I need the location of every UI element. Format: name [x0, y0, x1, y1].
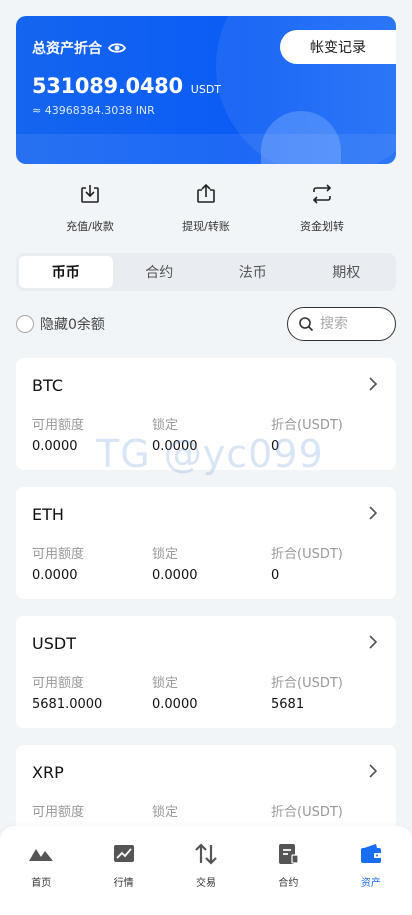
locked-column: 锁定 [152, 805, 179, 820]
search-box[interactable] [287, 307, 396, 341]
tab-contract[interactable]: 合约 [113, 256, 207, 288]
available-column: 可用额度 5681.0000 [32, 676, 103, 712]
withdraw-button[interactable]: 提现/转账 [156, 182, 256, 234]
search-input[interactable] [320, 316, 380, 332]
filter-row: 隐藏0余额 [16, 306, 396, 342]
total-value-number: 531089.0480 [32, 74, 183, 98]
chevron-right-icon[interactable] [368, 376, 378, 392]
available-column: 可用额度 0.0000 [32, 547, 85, 583]
tab-spot[interactable]: 币币 [19, 256, 113, 288]
asset-summary-card: 总资产折合 帐变记录 531089.0480 USDT ≈ 43968384.3… [16, 16, 396, 164]
chevron-right-icon[interactable] [368, 763, 378, 779]
available-column: 可用额度 [32, 805, 85, 820]
eye-icon[interactable] [108, 42, 126, 54]
trade-icon [195, 843, 217, 865]
tab-fiat[interactable]: 法币 [206, 256, 300, 288]
total-value-unit: USDT [190, 83, 222, 96]
total-value: 531089.0480 USDT [32, 74, 221, 98]
coin-name: BTC [32, 376, 63, 395]
nav-assets[interactable]: 资产 [330, 826, 412, 915]
radio-icon[interactable] [16, 315, 34, 333]
coin-name: USDT [32, 634, 76, 653]
card-decoration [16, 134, 396, 164]
coin-card-usdt[interactable]: USDT 可用额度 5681.0000 锁定 0.0000 折合(USDT) 5… [16, 616, 396, 728]
asset-type-tabs: 币币 合约 法币 期权 [16, 253, 396, 291]
deposit-button[interactable]: 充值/收款 [40, 182, 140, 234]
coin-name: XRP [32, 763, 64, 782]
nav-contract[interactable]: 合约 [247, 826, 329, 915]
nav-trade[interactable]: 交易 [165, 826, 247, 915]
converted-column: 折合(USDT) [271, 805, 343, 820]
hide-zero-toggle[interactable]: 隐藏0余额 [16, 314, 105, 334]
chevron-right-icon[interactable] [368, 505, 378, 521]
total-assets-label: 总资产折合 [32, 38, 126, 58]
available-column: 可用额度 0.0000 [32, 418, 85, 454]
inr-equivalent: ≈ 43968384.3038 INR [32, 104, 155, 117]
transfer-icon [312, 184, 332, 204]
locked-column: 锁定 0.0000 [152, 676, 198, 712]
contract-icon [279, 844, 300, 864]
quick-actions: 充值/收款 提现/转账 资金划转 [0, 182, 412, 242]
coin-card-btc[interactable]: BTC 可用额度 0.0000 锁定 0.0000 折合(USDT) 0 [16, 358, 396, 470]
tab-options[interactable]: 期权 [300, 256, 394, 288]
bottom-navigation: 首页 行情 交易 合约 资产 [0, 826, 412, 915]
account-record-button[interactable]: 帐变记录 [280, 30, 396, 64]
transfer-button[interactable]: 资金划转 [272, 182, 372, 234]
upload-icon [197, 183, 215, 203]
nav-market[interactable]: 行情 [82, 826, 164, 915]
coin-card-eth[interactable]: ETH 可用额度 0.0000 锁定 0.0000 折合(USDT) 0 [16, 487, 396, 599]
locked-column: 锁定 0.0000 [152, 418, 198, 454]
converted-column: 折合(USDT) 0 [271, 418, 343, 454]
download-icon [81, 185, 99, 203]
converted-column: 折合(USDT) 5681 [271, 676, 343, 712]
nav-home[interactable]: 首页 [0, 826, 82, 915]
wallet-icon [360, 844, 381, 863]
locked-column: 锁定 0.0000 [152, 547, 198, 583]
market-icon [113, 845, 134, 862]
home-icon [29, 849, 54, 861]
coin-name: ETH [32, 505, 64, 524]
converted-column: 折合(USDT) 0 [271, 547, 343, 583]
chevron-right-icon[interactable] [368, 634, 378, 650]
search-icon [299, 317, 314, 332]
